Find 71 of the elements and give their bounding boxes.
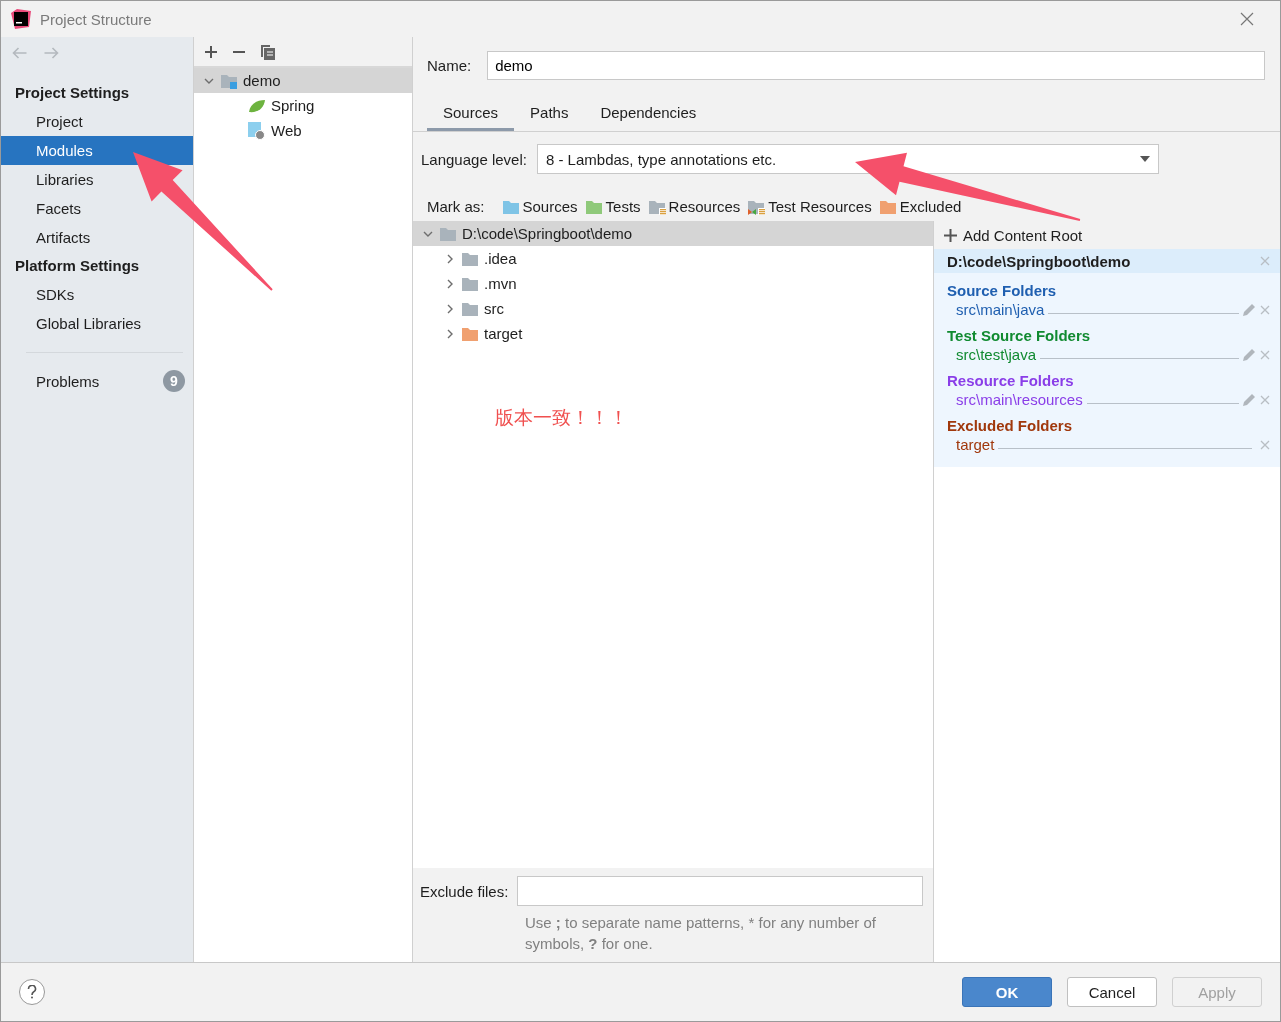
field-label: Name: bbox=[427, 57, 472, 74]
add-icon[interactable] bbox=[204, 44, 218, 59]
sidebar-item[interactable]: SDKs bbox=[1, 280, 110, 309]
field-label: Language level: bbox=[421, 150, 527, 168]
folder-icon bbox=[747, 198, 766, 215]
folder-group-heading: Test Source Folders bbox=[946, 326, 1092, 344]
folder-icon bbox=[501, 198, 520, 215]
tree-item[interactable]: .mvn bbox=[484, 275, 517, 292]
folder-icon bbox=[461, 300, 479, 317]
tree-item[interactable]: Web bbox=[271, 122, 302, 139]
tree-item[interactable]: Spring bbox=[271, 97, 315, 114]
pencil-icon[interactable] bbox=[1243, 393, 1256, 406]
sidebar-item[interactable]: Problems bbox=[36, 372, 100, 390]
exclude-files-field[interactable] bbox=[517, 876, 923, 906]
mark-as-link[interactable]: Resources bbox=[668, 198, 741, 215]
folder-icon bbox=[647, 198, 666, 215]
folder-icon bbox=[461, 325, 479, 342]
help-button[interactable] bbox=[19, 979, 45, 1005]
sidebar-item[interactable]: Artifacts bbox=[1, 223, 126, 252]
sidebar-item[interactable]: Modules bbox=[1, 136, 193, 165]
tree-item[interactable]: demo bbox=[243, 72, 281, 89]
mark-as-link[interactable]: Excluded bbox=[899, 198, 962, 215]
folder-group-heading: Resource Folders bbox=[946, 371, 1075, 389]
mark-as-link[interactable]: Test Resources bbox=[768, 198, 872, 215]
section-heading: Platform Settings bbox=[14, 256, 141, 276]
dialog-button[interactable]: OK bbox=[962, 977, 1052, 1007]
sidebar-item[interactable]: Global Libraries bbox=[1, 309, 177, 338]
window-title: Project Structure bbox=[40, 10, 153, 28]
tree-item[interactable]: src bbox=[484, 300, 504, 317]
copy-icon[interactable] bbox=[260, 43, 276, 60]
folder-icon bbox=[584, 198, 603, 215]
folder-group-heading: Excluded Folders bbox=[946, 416, 1074, 434]
field-label: Exclude files: bbox=[420, 882, 509, 900]
tab[interactable]: Dependencies bbox=[584, 98, 713, 131]
folder-icon bbox=[461, 250, 479, 267]
folder-path: src\main\resources bbox=[956, 391, 1083, 408]
tree-item[interactable]: .idea bbox=[484, 250, 517, 267]
folder-icon bbox=[878, 198, 897, 215]
folder-path: target bbox=[956, 436, 995, 453]
folder-group-heading: Source Folders bbox=[946, 281, 1058, 299]
language-level-dropdown[interactable]: 8 - Lambdas, type annotations etc. bbox=[536, 144, 1159, 174]
count-badge: 9 bbox=[163, 370, 185, 392]
dialog-button[interactable]: Cancel bbox=[1067, 977, 1157, 1007]
close-icon[interactable] bbox=[1240, 12, 1254, 26]
section-heading: Project Settings bbox=[14, 83, 131, 103]
app-logo-icon bbox=[11, 9, 31, 29]
add-icon bbox=[944, 228, 957, 242]
tab[interactable]: Sources bbox=[427, 98, 515, 131]
sidebar-item[interactable]: Facets bbox=[1, 194, 116, 223]
name-field[interactable]: demo bbox=[487, 51, 1265, 80]
leaf-icon bbox=[248, 97, 266, 114]
folder-path: src\test\java bbox=[956, 346, 1037, 363]
tree-item[interactable]: target bbox=[484, 325, 523, 342]
help-icon bbox=[27, 985, 37, 999]
mark-as-link[interactable]: Tests bbox=[605, 198, 641, 215]
dropdown-arrow-icon bbox=[1139, 156, 1150, 162]
mark-as-link[interactable]: Sources bbox=[522, 198, 578, 215]
folder-icon bbox=[439, 225, 457, 242]
module-icon bbox=[220, 72, 238, 89]
annotation-text: 版本一致！！！ bbox=[495, 405, 628, 430]
pencil-icon[interactable] bbox=[1243, 303, 1256, 316]
pencil-icon[interactable] bbox=[1243, 348, 1256, 361]
sidebar-item[interactable]: Libraries bbox=[1, 165, 129, 194]
hint-text: Use ; to separate name patterns, * for any number of symbols, ? for one. bbox=[524, 913, 878, 954]
tab[interactable]: Paths bbox=[514, 98, 585, 131]
folder-icon bbox=[461, 275, 479, 292]
folder-path: src\main\java bbox=[956, 301, 1045, 318]
field-label: Mark as: bbox=[427, 198, 485, 215]
sidebar-item[interactable]: Project bbox=[1, 107, 118, 136]
web-icon bbox=[248, 121, 266, 140]
content-root-path: D:\code\Springboot\demo bbox=[947, 252, 1131, 270]
